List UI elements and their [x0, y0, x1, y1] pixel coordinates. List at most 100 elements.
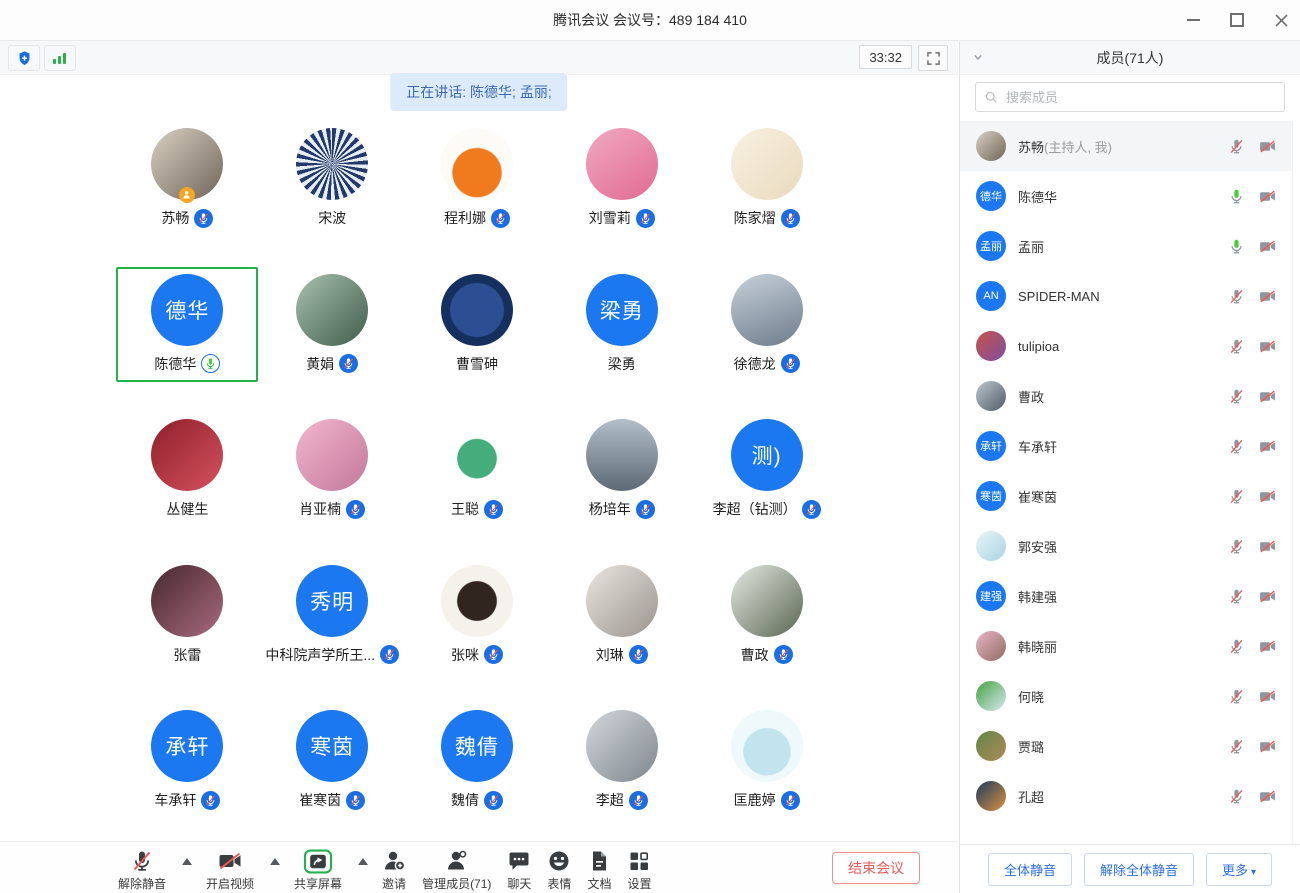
- toolbar-invite-button[interactable]: 邀请: [382, 848, 406, 892]
- member-camera-off-icon[interactable]: [1258, 788, 1277, 805]
- member-camera-off-icon[interactable]: [1258, 438, 1277, 455]
- collapse-panel-chevron-icon[interactable]: [970, 49, 986, 65]
- maximize-button[interactable]: [1228, 11, 1246, 29]
- participant-tile[interactable]: 刘琳: [549, 558, 694, 704]
- member-row[interactable]: 郭安强: [960, 521, 1293, 571]
- member-camera-off-icon[interactable]: [1258, 138, 1277, 155]
- member-mic-icon[interactable]: [1228, 338, 1245, 355]
- member-mic-icon[interactable]: [1228, 638, 1245, 655]
- participant-tile[interactable]: 苏畅: [115, 121, 260, 267]
- participant-tile[interactable]: 黄娟: [260, 267, 405, 413]
- participant-tile[interactable]: 张雷: [115, 558, 260, 704]
- member-camera-off-icon[interactable]: [1258, 238, 1277, 255]
- member-row[interactable]: 曹政: [960, 371, 1293, 421]
- member-row[interactable]: 寒茵 崔寒茵: [960, 471, 1293, 521]
- unmute-all-button[interactable]: 解除全体静音: [1084, 853, 1194, 886]
- participant-avatar: 测): [731, 419, 803, 491]
- meeting-security-button[interactable]: [8, 45, 40, 71]
- member-mic-icon[interactable]: [1228, 138, 1245, 155]
- end-meeting-button[interactable]: 结束会议: [832, 852, 920, 884]
- participant-tile[interactable]: 曹政: [694, 558, 839, 704]
- member-mic-icon[interactable]: [1228, 288, 1245, 305]
- member-mic-icon[interactable]: [1228, 438, 1245, 455]
- member-camera-off-icon[interactable]: [1258, 638, 1277, 655]
- more-button[interactable]: 更多▾: [1206, 853, 1272, 886]
- participant-avatar: [151, 565, 223, 637]
- member-row[interactable]: 孔超: [960, 771, 1293, 821]
- participant-tile[interactable]: 肖亚楠: [260, 412, 405, 558]
- participant-tile[interactable]: 李超: [549, 703, 694, 849]
- member-mic-icon[interactable]: [1228, 738, 1245, 755]
- toolbar-chat-button[interactable]: 聊天: [507, 848, 531, 892]
- member-camera-off-icon[interactable]: [1258, 688, 1277, 705]
- participant-tile[interactable]: 徐德龙: [694, 267, 839, 413]
- member-mic-icon[interactable]: [1228, 788, 1245, 805]
- participant-tile[interactable]: 德华 陈德华: [115, 267, 260, 413]
- participant-tile[interactable]: 秀明 中科院声学所王...: [260, 558, 405, 704]
- member-mic-icon[interactable]: [1228, 588, 1245, 605]
- participant-name: 刘雪莉: [589, 208, 631, 228]
- mute-all-button[interactable]: 全体静音: [988, 853, 1072, 886]
- member-row[interactable]: 何晓: [960, 671, 1293, 721]
- participant-avatar: 寒茵: [296, 710, 368, 782]
- minimize-button[interactable]: [1184, 11, 1202, 29]
- participant-name: 徐德龙: [734, 354, 776, 374]
- network-quality-button[interactable]: [44, 45, 76, 71]
- member-row[interactable]: 孟丽 孟丽: [960, 221, 1293, 271]
- participant-avatar: [296, 274, 368, 346]
- member-camera-off-icon[interactable]: [1258, 388, 1277, 405]
- member-list-scrollbar[interactable]: [1292, 121, 1300, 845]
- participant-tile[interactable]: 杨培年: [549, 412, 694, 558]
- member-camera-off-icon[interactable]: [1258, 188, 1277, 205]
- member-mic-icon[interactable]: [1228, 388, 1245, 405]
- participant-tile[interactable]: 曹雪砷: [405, 267, 550, 413]
- close-button[interactable]: [1272, 11, 1290, 29]
- toolbar-share-screen-button[interactable]: 共享屏幕: [294, 848, 342, 892]
- participant-tile[interactable]: 测) 李超（钻测）: [694, 412, 839, 558]
- toolbar-cam-off-button[interactable]: 开启视频: [206, 848, 254, 892]
- member-camera-off-icon[interactable]: [1258, 538, 1277, 555]
- fullscreen-button[interactable]: [918, 45, 948, 71]
- member-row[interactable]: tulipioa: [960, 321, 1293, 371]
- member-mic-icon[interactable]: [1228, 188, 1245, 205]
- participant-tile[interactable]: 承轩 车承轩: [115, 703, 260, 849]
- member-row[interactable]: 苏畅 (主持人, 我): [960, 121, 1293, 171]
- toolbar-settings-button[interactable]: 设置: [627, 848, 651, 892]
- member-camera-off-icon[interactable]: [1258, 338, 1277, 355]
- participant-tile[interactable]: 陈家熠: [694, 121, 839, 267]
- expand-options-arrow-icon[interactable]: [182, 858, 192, 865]
- member-row[interactable]: 韩晓丽: [960, 621, 1293, 671]
- member-row[interactable]: 贾璐: [960, 721, 1293, 771]
- member-mic-icon[interactable]: [1228, 538, 1245, 555]
- member-mic-icon[interactable]: [1228, 488, 1245, 505]
- member-row[interactable]: 建强 韩建强: [960, 571, 1293, 621]
- participant-tile[interactable]: 丛健生: [115, 412, 260, 558]
- participant-tile[interactable]: 刘雪莉: [549, 121, 694, 267]
- toolbar-members-button[interactable]: 管理成员(71): [422, 848, 491, 892]
- expand-options-arrow-icon[interactable]: [270, 858, 280, 865]
- toolbar-mic-off-button[interactable]: 解除静音: [118, 848, 166, 892]
- toolbar-emoji-button[interactable]: 表情: [547, 848, 571, 892]
- participant-tile[interactable]: 程利娜: [405, 121, 550, 267]
- participant-tile[interactable]: 魏倩 魏倩: [405, 703, 550, 849]
- participant-name: 杨培年: [589, 499, 631, 519]
- member-row[interactable]: 承轩 车承轩: [960, 421, 1293, 471]
- participant-tile[interactable]: 寒茵 崔寒茵: [260, 703, 405, 849]
- member-mic-icon[interactable]: [1228, 688, 1245, 705]
- participant-tile[interactable]: 宋波: [260, 121, 405, 267]
- toolbar-doc-button[interactable]: 文档: [587, 848, 611, 892]
- member-camera-off-icon[interactable]: [1258, 738, 1277, 755]
- search-members-input[interactable]: [975, 82, 1285, 112]
- member-row[interactable]: 德华 陈德华: [960, 171, 1293, 221]
- expand-options-arrow-icon[interactable]: [358, 858, 368, 865]
- member-camera-off-icon[interactable]: [1258, 288, 1277, 305]
- member-mic-icon[interactable]: [1228, 238, 1245, 255]
- participant-tile[interactable]: 梁勇 梁勇: [549, 267, 694, 413]
- participant-tile[interactable]: 王聪: [405, 412, 550, 558]
- member-row[interactable]: AN SPIDER-MAN: [960, 271, 1293, 321]
- member-camera-off-icon[interactable]: [1258, 488, 1277, 505]
- member-camera-off-icon[interactable]: [1258, 588, 1277, 605]
- participant-tile[interactable]: 张咪: [405, 558, 550, 704]
- invite-icon: [382, 848, 406, 874]
- participant-tile[interactable]: 匡鹿婷: [694, 703, 839, 849]
